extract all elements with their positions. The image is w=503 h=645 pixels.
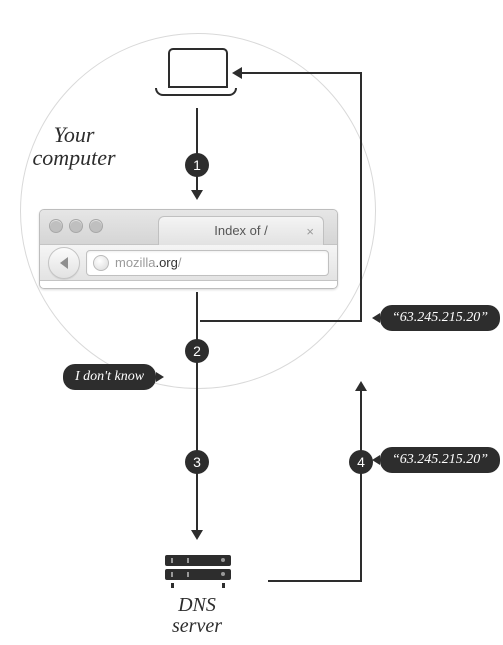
step-badge-2: 2 (185, 339, 209, 363)
browser-titlebar: Index of / × (40, 210, 337, 245)
globe-icon (93, 255, 109, 271)
arrow-return-head (232, 67, 242, 79)
text: 4 (357, 454, 365, 470)
tab-title: Index of / (214, 223, 267, 238)
bubble-tail (156, 372, 164, 382)
window-controls[interactable] (50, 220, 102, 232)
dns-server-label: DNS server (152, 595, 242, 637)
step-badge-4: 4 (349, 450, 373, 474)
arrow-return-vline (360, 72, 362, 320)
diagram-stage: Your computer 1 Index of / × mozilla.org… (0, 0, 503, 645)
bubble-text: I don't know (75, 369, 144, 384)
text: Your (54, 122, 95, 147)
your-computer-label: Your computer (19, 123, 129, 169)
text: 3 (193, 454, 201, 470)
arrow-down-line (196, 292, 198, 530)
bubble-tail (372, 455, 380, 465)
address-bar[interactable]: mozilla.org/ (86, 250, 329, 276)
step-badge-1: 1 (185, 153, 209, 177)
arrow-4-hline-bottom (268, 580, 362, 582)
bubble-tail (372, 313, 380, 323)
bubble-ip-from-dns: “63.245.215.20” (380, 447, 500, 473)
laptop-icon (168, 48, 237, 96)
browser-toolbar: mozilla.org/ (40, 245, 337, 281)
dns-server-icon (165, 555, 231, 585)
url-part: / (178, 255, 182, 270)
bubble-i-dont-know: I don't know (63, 364, 156, 390)
arrow-4-head-up (355, 381, 367, 391)
url-part: mozilla (115, 255, 155, 270)
step-badge-3: 3 (185, 450, 209, 474)
text: computer (32, 145, 115, 170)
arrow-return-hline-bottom (200, 320, 362, 322)
browser-tab[interactable]: Index of / × (158, 216, 324, 245)
arrow-4-vline (360, 385, 362, 582)
arrow-1-head (191, 190, 203, 200)
bubble-text: “63.245.215.20” (392, 452, 488, 467)
url-part: .org (155, 255, 177, 270)
text: server (172, 615, 222, 637)
arrow-1-line (196, 108, 198, 190)
text: 1 (193, 157, 201, 173)
bubble-text: “63.245.215.20” (392, 310, 488, 325)
browser-viewport (40, 281, 337, 289)
close-icon[interactable]: × (306, 224, 314, 239)
browser-window: Index of / × mozilla.org/ (39, 209, 338, 289)
arrow-return-hline-top (242, 72, 362, 74)
text: DNS (178, 594, 216, 616)
back-button[interactable] (48, 247, 80, 279)
bubble-ip-return: “63.245.215.20” (380, 305, 500, 331)
arrow-down-head (191, 530, 203, 540)
text: 2 (193, 343, 201, 359)
